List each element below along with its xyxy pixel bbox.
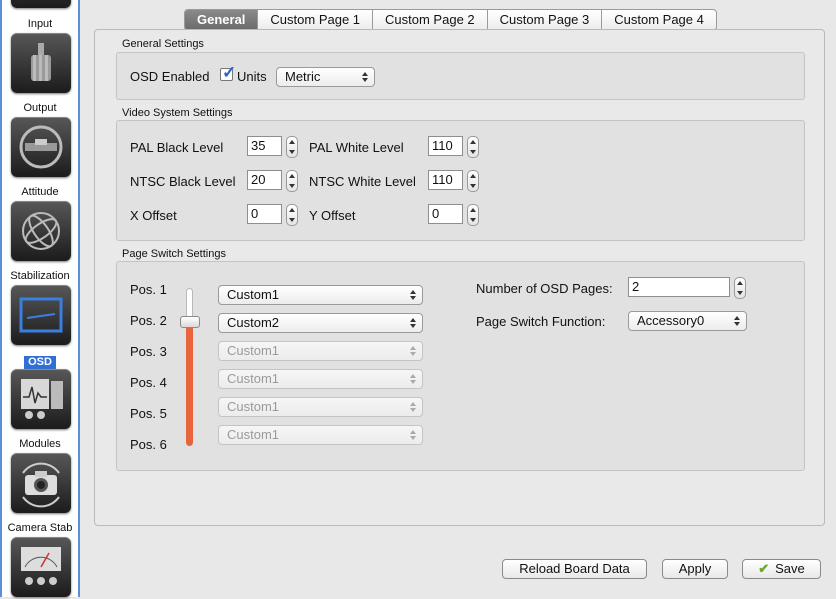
stepper-icon[interactable] xyxy=(734,277,746,299)
y-offset-label: Y Offset xyxy=(309,208,356,223)
stepper-icon[interactable] xyxy=(467,136,479,158)
chevron-updown-icon xyxy=(410,289,416,301)
pal-black-label: PAL Black Level xyxy=(130,140,224,155)
chevron-updown-icon xyxy=(410,429,416,441)
gyroscope-icon[interactable] xyxy=(11,201,71,261)
sidebar-item-label: Input xyxy=(27,18,53,30)
units-select[interactable]: Metric xyxy=(276,67,375,87)
pos-4-label: Pos. 4 xyxy=(130,375,167,390)
pos-4-select[interactable]: Custom1 xyxy=(218,369,423,389)
page-slider-track-filled[interactable] xyxy=(186,322,193,446)
sidebar-item-modules[interactable]: Modules xyxy=(2,437,78,451)
num-pages-label: Number of OSD Pages: xyxy=(476,281,613,296)
stepper-icon[interactable] xyxy=(467,204,479,226)
ntsc-black-input[interactable]: 20 xyxy=(247,170,282,190)
chevron-updown-icon xyxy=(410,345,416,357)
servo-icon[interactable] xyxy=(11,117,71,177)
pal-black-input[interactable]: 35 xyxy=(247,136,282,156)
camera-icon[interactable] xyxy=(11,453,71,513)
sidebar-item-label: Stabilization xyxy=(10,270,70,282)
chevron-updown-icon xyxy=(734,315,740,327)
sidebar-item-camera-stab[interactable]: Camera Stab xyxy=(2,521,78,535)
osd-enabled-label: OSD Enabled xyxy=(130,69,210,84)
sidebar: Input Output Attitude Stabilization OSD … xyxy=(0,0,80,597)
chevron-updown-icon xyxy=(362,71,368,83)
pos-2-select[interactable]: Custom2 xyxy=(218,313,423,333)
tab-custom-page-2[interactable]: Custom Page 2 xyxy=(372,10,487,30)
tab-custom-page-3[interactable]: Custom Page 3 xyxy=(486,10,602,30)
apply-button[interactable]: Apply xyxy=(662,559,728,579)
tab-bar: General Custom Page 1 Custom Page 2 Cust… xyxy=(184,9,717,31)
pos-6-label: Pos. 6 xyxy=(130,437,167,452)
switch-function-label: Page Switch Function: xyxy=(476,314,606,329)
chevron-updown-icon xyxy=(410,401,416,413)
x-offset-input[interactable]: 0 xyxy=(247,204,282,224)
page-slider-handle[interactable] xyxy=(180,316,200,328)
pos-3-select[interactable]: Custom1 xyxy=(218,341,423,361)
motor-icon[interactable] xyxy=(11,33,71,93)
sidebar-item-stabilization[interactable]: Stabilization xyxy=(2,269,78,283)
stepper-icon[interactable] xyxy=(286,170,298,192)
horizon-icon[interactable] xyxy=(11,285,71,345)
reload-board-data-button[interactable]: Reload Board Data xyxy=(502,559,647,579)
video-settings-title: Video System Settings xyxy=(122,107,233,119)
pos-2-label: Pos. 2 xyxy=(130,313,167,328)
pos-6-select[interactable]: Custom1 xyxy=(218,425,423,445)
sidebar-item-input[interactable]: Input xyxy=(2,17,78,31)
stepper-icon[interactable] xyxy=(286,204,298,226)
x-offset-label: X Offset xyxy=(130,208,177,223)
sidebar-item-label: Output xyxy=(23,102,57,114)
pos-5-label: Pos. 5 xyxy=(130,406,167,421)
sidebar-item-attitude[interactable]: Attitude xyxy=(2,185,78,199)
chevron-updown-icon xyxy=(410,373,416,385)
sidebar-item-output[interactable]: Output xyxy=(2,101,78,115)
ntsc-white-label: NTSC White Level xyxy=(309,174,416,189)
page-switch-title: Page Switch Settings xyxy=(122,248,226,260)
stepper-icon[interactable] xyxy=(467,170,479,192)
osd-icon[interactable] xyxy=(11,369,71,429)
sidebar-item-label: Camera Stab xyxy=(7,522,73,534)
gauge-icon[interactable] xyxy=(11,537,71,597)
sidebar-item-label: OSD xyxy=(24,356,56,369)
pos-5-select[interactable]: Custom1 xyxy=(218,397,423,417)
pal-white-input[interactable]: 110 xyxy=(428,136,463,156)
sidebar-item-osd[interactable]: OSD xyxy=(2,353,78,369)
sidebar-item-label: Attitude xyxy=(21,186,59,198)
num-pages-input[interactable]: 2 xyxy=(628,277,730,297)
units-checkbox[interactable]: ✓ xyxy=(220,64,236,81)
save-button[interactable]: ✔ Save xyxy=(742,559,821,579)
checkmark-icon: ✔ xyxy=(758,561,770,576)
tab-general[interactable]: General xyxy=(185,10,258,30)
general-settings-title: General Settings xyxy=(122,38,204,50)
tab-custom-page-4[interactable]: Custom Page 4 xyxy=(601,10,716,30)
pos-1-select[interactable]: Custom1 xyxy=(218,285,423,305)
chevron-updown-icon xyxy=(410,317,416,329)
stepper-icon[interactable] xyxy=(286,136,298,158)
units-label: Units xyxy=(237,69,267,84)
ntsc-black-label: NTSC Black Level xyxy=(130,174,236,189)
pal-white-label: PAL White Level xyxy=(309,140,404,155)
switch-function-select[interactable]: Accessory0 xyxy=(628,311,747,331)
y-offset-input[interactable]: 0 xyxy=(428,204,463,224)
pos-1-label: Pos. 1 xyxy=(130,282,167,297)
pos-3-label: Pos. 3 xyxy=(130,344,167,359)
checkmark-icon: ✓ xyxy=(222,63,237,82)
ntsc-white-input[interactable]: 110 xyxy=(428,170,463,190)
tab-custom-page-1[interactable]: Custom Page 1 xyxy=(257,10,372,30)
sidebar-item-input-partial[interactable] xyxy=(11,0,71,8)
sidebar-item-label: Modules xyxy=(19,438,61,450)
